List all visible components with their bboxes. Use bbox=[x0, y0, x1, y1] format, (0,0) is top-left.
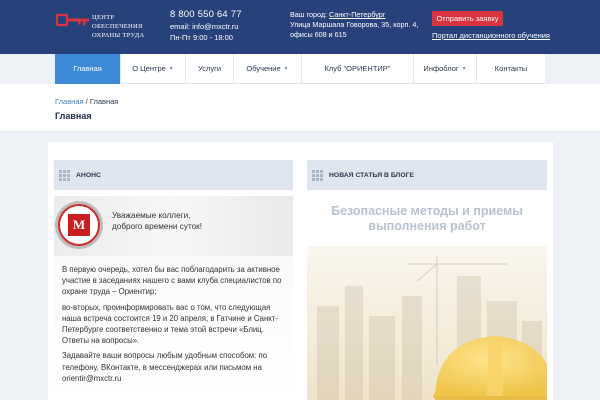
contacts-block: 8 800 550 64 77 email: info@mxctr.ru Пн-… bbox=[170, 9, 242, 43]
nav-label: Услуги bbox=[197, 64, 222, 73]
nav-item-home[interactable]: Главная bbox=[55, 54, 121, 84]
email-text[interactable]: email: info@mxctr.ru bbox=[170, 21, 242, 32]
anons-paragraph: Задавайте ваши вопросы любым удобным спо… bbox=[62, 351, 268, 383]
site-header: Центр обеспечения охраны труда 8 800 550… bbox=[0, 0, 600, 54]
anons-paragraph: во-вторых, проинформировать вас о том, ч… bbox=[62, 302, 278, 346]
nav-item-services[interactable]: Услуги bbox=[186, 54, 234, 84]
blog-article-title[interactable]: Безопасные методы и приемы выполнения ра… bbox=[307, 204, 547, 234]
anons-paragraph: В первую очередь, хотел бы вас поблагода… bbox=[62, 265, 282, 297]
working-hours: Пн-Пт 9:00 - 18:00 bbox=[170, 33, 233, 42]
logo-text: Центр обеспечения охраны труда bbox=[92, 14, 145, 39]
nav-item-education[interactable]: Обучение ▼ bbox=[234, 54, 302, 84]
grid-icon bbox=[312, 169, 323, 181]
breadcrumb-bar: Главная / Главная Главная bbox=[0, 84, 600, 132]
blog-article-image[interactable] bbox=[307, 246, 547, 400]
distance-learning-portal-link[interactable]: Портал дистанционного обучения bbox=[432, 31, 550, 40]
nav-label: Инфоблог bbox=[423, 64, 459, 73]
nav-item-club[interactable]: Клуб "ОРИЕНТИР" bbox=[302, 54, 414, 84]
send-request-button[interactable]: Отправить заявку bbox=[432, 11, 503, 26]
nav-item-about[interactable]: О Центре ▼ bbox=[121, 54, 186, 84]
anons-greeting: Уважаемые коллеги, доброго времени суток… bbox=[112, 211, 203, 231]
anons-panel-header: Анонс bbox=[54, 160, 293, 190]
blog-heading: Новая статья в блоге bbox=[329, 171, 414, 179]
chevron-down-icon: ▼ bbox=[283, 66, 289, 73]
anons-image[interactable]: М Уважаемые коллеги, доброго времени сут… bbox=[54, 196, 293, 400]
page-title: Главная bbox=[55, 111, 92, 121]
main-nav: Главная О Центре ▼ Услуги Обучение ▼ Клуб … bbox=[55, 54, 545, 84]
breadcrumb: Главная / Главная bbox=[55, 97, 118, 106]
nav-label: Обучение bbox=[246, 64, 281, 73]
city-selector-link[interactable]: Санкт-Петербург bbox=[329, 10, 385, 19]
city-block: Ваш город: Санкт-Петербург Улица Маршала… bbox=[290, 10, 420, 40]
grid-icon bbox=[59, 169, 70, 181]
anons-heading: Анонс bbox=[76, 171, 101, 179]
chevron-down-icon: ▼ bbox=[168, 66, 174, 73]
breadcrumb-current: Главная bbox=[89, 97, 119, 106]
logo[interactable]: Центр обеспечения охраны труда bbox=[56, 12, 164, 39]
nav-item-contacts[interactable]: Контакты bbox=[477, 54, 545, 84]
blog-panel-header: Новая статья в блоге bbox=[307, 160, 547, 190]
city-label: Ваш город: bbox=[290, 10, 328, 19]
nav-label: Клуб "ОРИЕНТИР" bbox=[324, 64, 391, 73]
nav-label: Главная bbox=[73, 64, 102, 73]
address-text: Улица Маршала Говорова, 35, корп. 4, офи… bbox=[290, 20, 419, 39]
nav-label: Контакты bbox=[494, 64, 528, 73]
chevron-down-icon: ▼ bbox=[461, 66, 467, 73]
anons-body: В первую очередь, хотел бы вас поблагода… bbox=[62, 264, 288, 388]
main-content: Анонс М Уважаемые коллеги, доброго време… bbox=[48, 142, 553, 400]
key-logo-icon bbox=[56, 13, 89, 27]
nav-label: О Центре bbox=[132, 64, 166, 73]
construction-photo bbox=[307, 246, 547, 400]
club-badge-logo: М bbox=[58, 204, 100, 246]
phone-number[interactable]: 8 800 550 64 77 bbox=[170, 9, 242, 21]
breadcrumb-home-link[interactable]: Главная bbox=[55, 97, 84, 106]
badge-letter: М bbox=[68, 214, 90, 236]
nav-item-infoblog[interactable]: Инфоблог ▼ bbox=[414, 54, 477, 84]
